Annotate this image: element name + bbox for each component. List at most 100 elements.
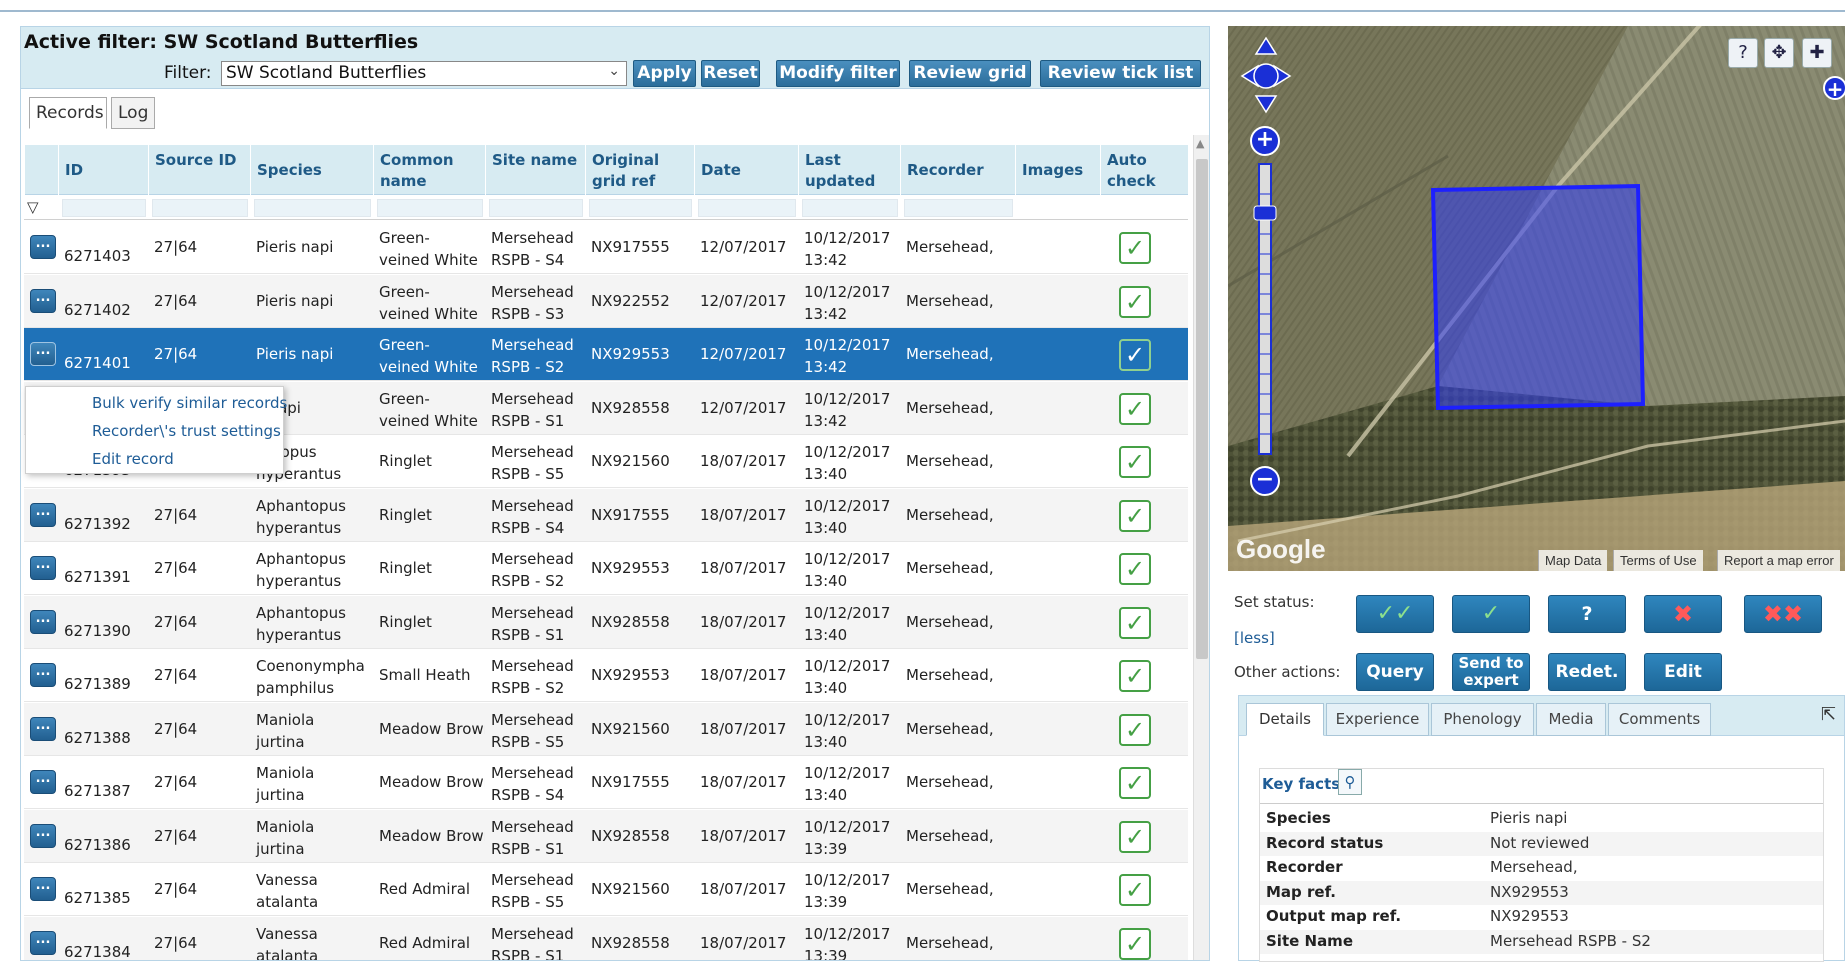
filter-input-site[interactable] (489, 199, 583, 217)
filter-input-grid[interactable] (589, 199, 692, 217)
row-actions-button[interactable]: ... (30, 342, 56, 366)
header-species[interactable]: Species (250, 145, 373, 195)
row-actions-button[interactable]: ... (30, 770, 56, 794)
terms-of-use-link[interactable]: Terms of Use (1613, 550, 1703, 571)
not-accepted-incorrect-button[interactable]: ✖✖ (1744, 595, 1822, 633)
send-to-expert-button[interactable]: Send to expert (1452, 653, 1530, 691)
tab-records[interactable]: Records (29, 97, 107, 129)
accept-considered-correct-button[interactable]: ✓ (1452, 595, 1530, 633)
table-row[interactable]: ... 6271392 27|64 Aphantopus hyperantus Ring… (24, 488, 1188, 542)
header-common-name[interactable]: Common name (373, 145, 485, 195)
header-source-id[interactable]: Source ID (148, 145, 250, 195)
details-tabs: Details Experience Phenology Media Comme… (1239, 696, 1844, 736)
header-date[interactable]: Date (694, 145, 798, 195)
cell-site: Mersehead RSPB - S3 (491, 282, 574, 323)
tab-media[interactable]: Media (1536, 703, 1606, 736)
trust-settings-menu-item[interactable]: Recorder\'s trust settings (92, 422, 281, 440)
pan-icon[interactable]: ✥ (1764, 38, 1794, 68)
edit-record-menu-item[interactable]: Edit record (92, 450, 174, 468)
filter-input-common[interactable] (377, 199, 483, 217)
row-actions-button[interactable]: ... (30, 288, 56, 313)
header-grid-ref[interactable]: Original grid ref (585, 145, 694, 195)
tab-phenology[interactable]: Phenology (1431, 703, 1534, 736)
edit-button[interactable]: Edit (1644, 653, 1722, 691)
table-row[interactable]: ... 6271389 27|64 Coenonympha pamphilus Smal… (24, 649, 1188, 702)
table-row[interactable]: ... 6271401 27|64 Pieris napi Green-veined W… (24, 328, 1188, 381)
tab-details[interactable]: Details (1246, 703, 1324, 736)
cell-common: Green-veined White (379, 229, 478, 269)
map-view[interactable]: + − ? ✥ ✚ + Google Map Data Terms of Use… (1228, 26, 1845, 571)
filter-input-id[interactable] (62, 199, 146, 217)
header-auto-check[interactable]: Auto check (1100, 145, 1188, 195)
header-last-updated[interactable]: Last updated (798, 145, 900, 195)
funnel-icon[interactable]: ▽ (27, 198, 39, 216)
map-data-link[interactable]: Map Data (1538, 550, 1608, 571)
grid-scrollbar[interactable]: ▲ (1193, 135, 1209, 960)
apply-button[interactable]: Apply (633, 60, 696, 87)
checkmark-icon: ✓ (1119, 713, 1151, 746)
table-row[interactable]: ... 6271391 27|64 Aphantopus hyperantus Ring… (24, 542, 1188, 595)
filter-input-recorder[interactable] (904, 199, 1013, 217)
report-map-error-link[interactable]: Report a map error (1717, 550, 1840, 571)
modify-filter-button[interactable]: Modify filter (776, 60, 900, 87)
filter-select[interactable]: SW Scotland Butterflies ⌄ (221, 61, 627, 86)
table-row[interactable]: ... 6271386 27|64 Maniola jurtina Meadow Bro… (24, 809, 1188, 863)
layer-switcher-icon[interactable]: + (1823, 76, 1845, 100)
query-button[interactable]: Query (1356, 653, 1434, 691)
table-row[interactable]: ... 6271387 27|64 Maniola jurtina Meadow Bro… (24, 756, 1188, 809)
review-grid-button[interactable]: Review grid (909, 60, 1031, 87)
header-recorder[interactable]: Recorder (900, 145, 1015, 195)
review-tick-list-button[interactable]: Review tick list (1040, 60, 1201, 87)
tab-log[interactable]: Log (111, 97, 155, 129)
accept-correct-button[interactable]: ✓✓ (1356, 595, 1434, 633)
scroll-thumb[interactable] (1196, 159, 1208, 659)
bulk-verify-menu-item[interactable]: Bulk verify similar records (92, 394, 287, 412)
row-actions-button[interactable]: ... (30, 930, 56, 955)
table-row[interactable]: ... 6271402 27|64 Pieris napi Green-veined W… (24, 274, 1188, 328)
row-actions-button[interactable]: ... (30, 609, 56, 634)
help-icon[interactable]: ? (1728, 38, 1758, 68)
move-icon[interactable]: ✚ (1802, 38, 1832, 68)
not-accepted-button[interactable]: ✖ (1644, 595, 1722, 633)
table-row[interactable]: ... 6271385 27|64 Vanessa atalanta Red Admir… (24, 863, 1188, 916)
key-fact-value: Not reviewed (1490, 833, 1590, 852)
cell-grid: NX917555 (591, 505, 670, 524)
redetermine-button[interactable]: Redet. (1548, 653, 1626, 691)
filter-input-species[interactable] (254, 199, 371, 217)
row-actions-button[interactable]: ... (30, 823, 56, 848)
scroll-up-icon[interactable]: ▲ (1196, 137, 1204, 150)
expand-icon[interactable]: ⇱ (1821, 704, 1836, 725)
row-actions-button[interactable]: ... (30, 502, 56, 527)
cell-updated: 10/12/2017 13:42 (804, 336, 891, 376)
header-images[interactable]: Images (1015, 145, 1100, 195)
tab-experience[interactable]: Experience (1326, 703, 1429, 736)
table-row[interactable]: ... 6271390 27|64 Aphantopus hyperantus Ring… (24, 595, 1188, 649)
grid-filter-row: ▽ (24, 196, 1188, 220)
row-actions-button[interactable]: ... (30, 716, 56, 741)
plausible-button[interactable]: ? (1548, 595, 1626, 633)
row-actions-button[interactable]: ... (30, 877, 56, 901)
row-actions-button[interactable]: ... (30, 556, 56, 580)
zoom-slider[interactable] (1250, 124, 1280, 494)
active-filter-title: Active filter: SW Scotland Butterflies (24, 31, 419, 53)
pan-arrows-icon[interactable] (1240, 36, 1292, 116)
row-actions-button[interactable]: ... (30, 663, 56, 687)
tab-comments[interactable]: Comments (1608, 703, 1711, 736)
table-row[interactable]: ... 6271384 27|64 Vanessa atalanta Red Admir… (24, 916, 1188, 960)
filter-input-date[interactable] (698, 199, 796, 217)
header-id[interactable]: ID (58, 145, 148, 195)
magnifier-icon[interactable]: ⚲ (1338, 769, 1362, 795)
pan-control[interactable] (1240, 36, 1292, 116)
cell-common: Red Admiral (379, 933, 471, 952)
filter-input-updated[interactable] (802, 199, 898, 217)
table-row[interactable]: ... 6271388 27|64 Maniola jurtina Meadow Bro… (24, 702, 1188, 756)
filter-input-source[interactable] (152, 199, 248, 217)
header-site-name[interactable]: Site name (485, 145, 585, 195)
zoom-out-icon[interactable]: − (1250, 466, 1280, 496)
zoom-in-icon[interactable]: + (1250, 126, 1280, 156)
less-link[interactable]: [less] (1234, 629, 1275, 647)
reset-button[interactable]: Reset (701, 60, 760, 87)
cell-recorder: Mersehead, (906, 559, 994, 577)
row-actions-button[interactable]: ... (30, 235, 56, 259)
table-row[interactable]: ... 6271403 27|64 Pieris napi Green-veined W… (24, 221, 1188, 274)
